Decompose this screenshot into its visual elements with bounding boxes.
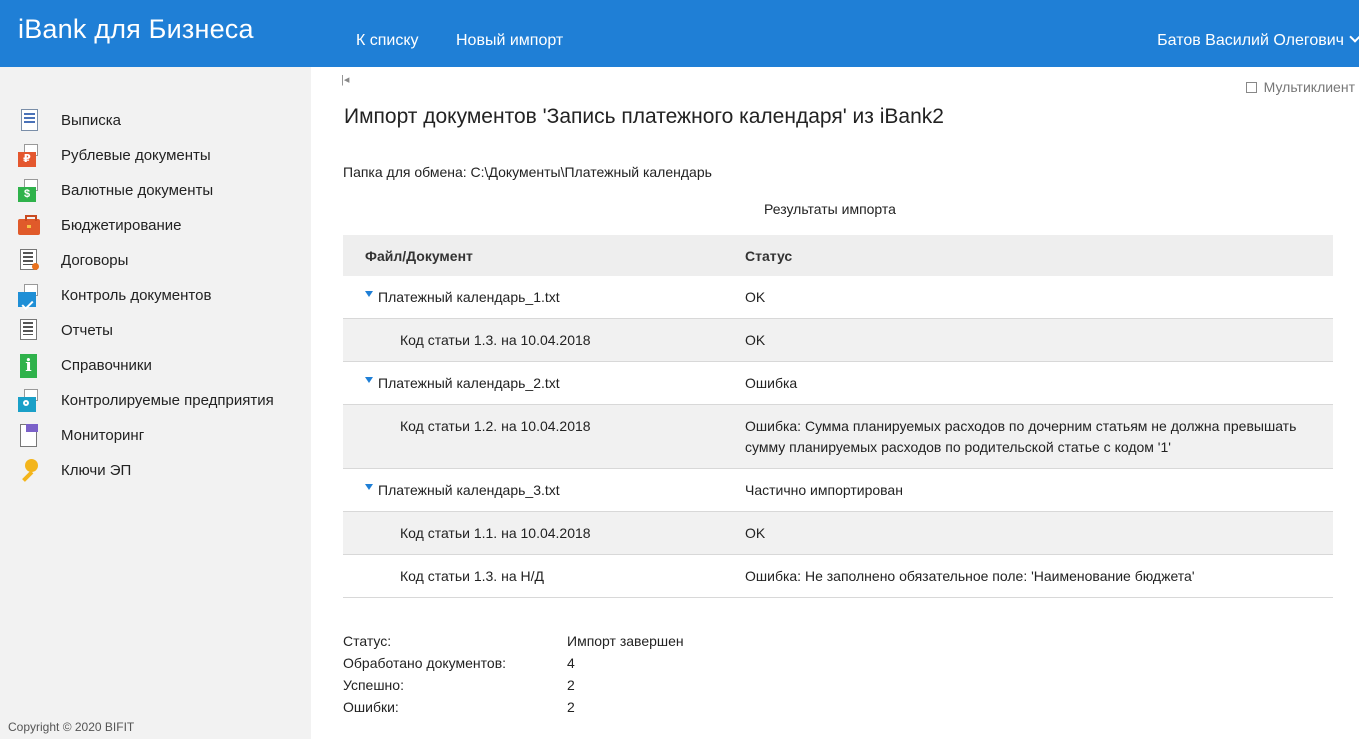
reports-icon (18, 318, 42, 343)
new-import-link[interactable]: Новый импорт (456, 32, 563, 49)
expand-triangle-icon[interactable] (365, 291, 373, 297)
summary-value: 2 (567, 699, 575, 715)
document-cell: Код статьи 1.3. на 10.04.2018 (343, 318, 745, 362)
sidebar-item-label: Бюджетирование (61, 217, 182, 234)
sidebar-item-label: Контролируемые предприятия (61, 392, 274, 409)
summary-row: Обработано документов: 4 (343, 652, 684, 674)
results-table: Файл/Документ Статус Платежный календарь… (343, 235, 1333, 598)
summary-row: Статус: Импорт завершен (343, 630, 684, 652)
table-row[interactable]: Платежный календарь_2.txt Ошибка (343, 361, 1333, 405)
table-row[interactable]: Платежный календарь_3.txt Частично импор… (343, 468, 1333, 512)
table-header-row: Файл/Документ Статус (343, 235, 1333, 276)
file-name: Платежный календарь_2.txt (378, 375, 560, 391)
summary-value: Импорт завершен (567, 633, 684, 649)
file-cell: Платежный календарь_1.txt (343, 276, 745, 319)
sidebar-item-controlled-companies[interactable]: Контролируемые предприятия (18, 383, 274, 418)
multiclient-button[interactable]: Мультиклиент (1245, 79, 1355, 95)
copyright: Copyright © 2020 BIFIT (8, 720, 135, 734)
search-companies-icon (18, 388, 42, 413)
check-documents-icon (18, 283, 42, 310)
summary-key: Ошибки: (343, 699, 399, 715)
sidebar-item-label: Отчеты (61, 322, 113, 339)
sidebar-item-monitoring[interactable]: Мониторинг (18, 418, 274, 453)
status-cell: Ошибка: Не заполнено обязательное поле: … (745, 554, 1333, 598)
key-icon (18, 458, 42, 483)
summary-row: Успешно: 2 (343, 674, 684, 696)
status-cell: Ошибка (745, 361, 1333, 405)
sidebar-item-label: Договоры (61, 252, 129, 269)
user-name: Батов Василий Олегович (1157, 32, 1344, 49)
contract-icon (18, 248, 42, 273)
column-header-file: Файл/Документ (343, 235, 745, 276)
status-cell: Ошибка: Сумма планируемых расходов по до… (745, 404, 1333, 469)
sidebar-item-reports[interactable]: Отчеты (18, 313, 274, 348)
sidebar-item-label: Мониторинг (61, 427, 145, 444)
sidebar-item-ruble-documents[interactable]: ₽ Рублевые документы (18, 138, 274, 173)
summary-value: 2 (567, 677, 575, 693)
collapse-sidebar-icon[interactable]: |◂ (341, 73, 349, 86)
sidebar-item-label: Валютные документы (61, 182, 214, 199)
multiclient-label: Мультиклиент (1263, 79, 1355, 95)
sidebar-item-label: Рублевые документы (61, 147, 211, 164)
sidebar-menu: Выписка ₽ Рублевые документы $ Валютные … (18, 103, 274, 488)
external-link-icon (1245, 82, 1257, 93)
table-row[interactable]: Платежный календарь_1.txt OK (343, 276, 1333, 319)
page-title: Импорт документов 'Запись платежного кал… (344, 105, 944, 128)
sidebar: Выписка ₽ Рублевые документы $ Валютные … (0, 67, 311, 739)
status-cell: OK (745, 318, 1333, 362)
exchange-folder: Папка для обмена: C:\Документы\Платежный… (343, 164, 712, 180)
table-row[interactable]: Код статьи 1.2. на 10.04.2018 Ошибка: Су… (343, 404, 1333, 469)
expand-triangle-icon[interactable] (365, 484, 373, 490)
document-cell: Код статьи 1.2. на 10.04.2018 (343, 404, 745, 469)
user-menu[interactable]: Батов Василий Олегович (1157, 31, 1359, 50)
file-name: Платежный календарь_1.txt (378, 289, 560, 305)
sidebar-item-contracts[interactable]: Договоры (18, 243, 274, 278)
import-summary: Статус: Импорт завершен Обработано докуме… (343, 630, 684, 718)
results-title: Результаты импорта (764, 201, 896, 217)
currency-documents-icon: $ (18, 178, 42, 203)
sidebar-item-statement[interactable]: Выписка (18, 103, 274, 138)
document-cell: Код статьи 1.1. на 10.04.2018 (343, 511, 745, 555)
sidebar-item-document-control[interactable]: Контроль документов (18, 278, 274, 313)
sidebar-item-label: Справочники (61, 357, 152, 374)
column-header-status: Статус (745, 235, 1333, 276)
back-to-list-link[interactable]: К списку (356, 32, 419, 49)
file-cell: Платежный календарь_3.txt (343, 468, 745, 512)
sidebar-item-currency-documents[interactable]: $ Валютные документы (18, 173, 274, 208)
info-icon: i (18, 353, 42, 378)
ruble-documents-icon: ₽ (18, 143, 42, 168)
table-row[interactable]: Код статьи 1.3. на 10.04.2018 OK (343, 318, 1333, 362)
table-row[interactable]: Код статьи 1.1. на 10.04.2018 OK (343, 511, 1333, 555)
expand-triangle-icon[interactable] (365, 377, 373, 383)
table-row[interactable]: Код статьи 1.3. на Н/Д Ошибка: Не заполн… (343, 554, 1333, 598)
sidebar-item-label: Выписка (61, 112, 122, 129)
summary-key: Успешно: (343, 677, 404, 693)
main-content: |◂ Мультиклиент Импорт документов 'Запис… (311, 67, 1359, 739)
summary-value: 4 (567, 655, 575, 671)
monitoring-icon (18, 423, 42, 448)
summary-key: Обработано документов: (343, 655, 507, 671)
top-nav: К списку Новый импорт (356, 32, 596, 50)
status-cell: Частично импортирован (745, 468, 1333, 512)
sidebar-item-keys[interactable]: Ключи ЭП (18, 453, 274, 488)
statement-icon (18, 108, 42, 133)
sidebar-item-directories[interactable]: i Справочники (18, 348, 274, 383)
chevron-down-icon (1349, 31, 1359, 43)
summary-row: Ошибки: 2 (343, 696, 684, 718)
sidebar-item-label: Контроль документов (61, 287, 212, 304)
status-cell: OK (745, 511, 1333, 555)
brand-logo[interactable]: iBank для Бизнеса (18, 14, 254, 45)
status-cell: OK (745, 276, 1333, 319)
document-cell: Код статьи 1.3. на Н/Д (343, 554, 745, 598)
top-bar: iBank для Бизнеса К списку Новый импорт … (0, 0, 1359, 67)
file-name: Платежный календарь_3.txt (378, 482, 560, 498)
summary-key: Статус: (343, 633, 392, 649)
briefcase-icon (18, 214, 42, 238)
file-cell: Платежный календарь_2.txt (343, 361, 745, 405)
sidebar-item-budgeting[interactable]: Бюджетирование (18, 208, 274, 243)
sidebar-item-label: Ключи ЭП (61, 462, 132, 479)
